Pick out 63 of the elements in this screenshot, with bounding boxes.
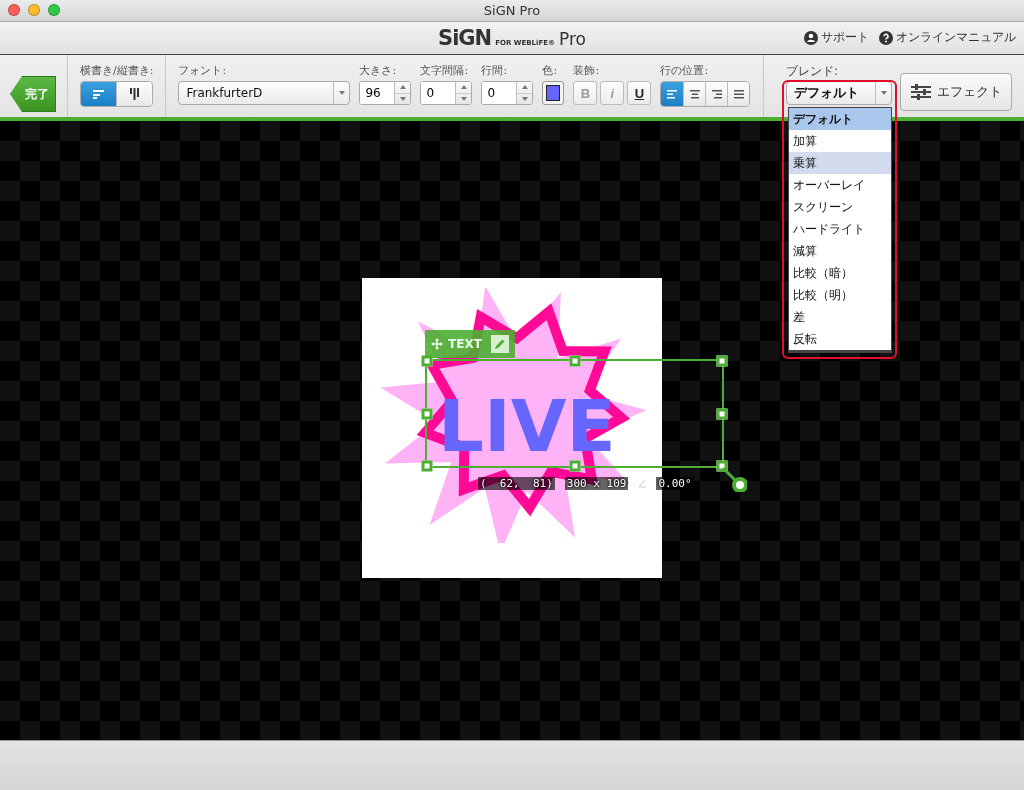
person-icon [804,30,818,45]
blend-option[interactable]: 乗算 [789,152,891,174]
down-arrow-icon [880,91,887,95]
header-link[interactable]: オンラインマニュアル [879,29,1016,46]
resize-handle[interactable] [716,408,728,419]
angle-readout: 0.00° [656,477,694,490]
orientation-toggle[interactable] [81,82,116,106]
align-right-icon [711,89,722,99]
alignment-toggle[interactable] [683,82,706,106]
down-arrow-icon [338,91,345,95]
down-arrow-icon [399,96,406,101]
orientation-toggle[interactable] [116,82,151,106]
move-icon [431,338,443,350]
up-arrow-icon [399,85,406,90]
resize-handle[interactable] [716,460,728,472]
blend-dropdown[interactable]: デフォルト [786,81,892,105]
field-label: 行の位置: [660,63,710,77]
field-label: 横書き/縦書き: [80,63,154,77]
resize-handle[interactable] [421,408,433,419]
close-button[interactable] [8,4,20,16]
size-stepper[interactable]: 96 [359,81,412,105]
align-center-icon [689,89,700,99]
resize-handle[interactable] [716,355,728,367]
letter-spacing-stepper[interactable]: 0 [420,81,473,105]
pencil-icon [493,338,506,350]
field-label: 装飾: [573,63,601,77]
resize-handle[interactable] [569,355,580,367]
font-dropdown[interactable]: FrankfurterD [178,81,351,105]
blend-option[interactable]: デフォルト [789,108,891,130]
field-label: ブレンド: [786,63,840,77]
field-label: フォント: [178,63,228,77]
up-arrow-icon [521,85,528,90]
angle-icon [638,479,647,488]
alignment-toggle[interactable] [705,82,728,106]
effect-button[interactable]: エフェクト [900,73,1012,111]
logo-edition: Pro [559,29,586,49]
line-spacing-stepper[interactable]: 0 [481,81,534,105]
field-label: 文字間隔: [420,63,470,77]
resize-handle[interactable] [421,460,433,472]
rotate-handle[interactable] [721,466,747,492]
alignment-toggle[interactable] [661,82,684,106]
badge-label: TEXT [448,337,482,351]
logo-text: SiGN [438,26,492,50]
edit-button[interactable] [490,335,509,353]
alignment-toggle[interactable] [727,82,750,106]
header-link[interactable]: サポート [804,29,869,46]
up-arrow-icon [460,85,467,90]
help-icon [879,30,893,45]
vertical-lines-icon [129,88,139,100]
minimize-button[interactable] [28,4,40,16]
align-justify-icon [733,89,744,99]
sliders-icon [910,84,931,100]
down-arrow-icon [460,96,467,101]
field-label: 行間: [481,63,509,77]
field-label: 色: [542,63,559,77]
underline-button[interactable]: U [627,81,652,105]
horizontal-lines-icon [92,89,105,99]
field-label: 大きさ: [359,63,398,77]
position-readout: ( 62, 81) [478,477,555,490]
align-left-icon [667,89,678,99]
window-title: SiGN Pro [483,3,541,18]
zoom-button[interactable] [48,4,60,16]
down-arrow-icon [521,96,528,101]
